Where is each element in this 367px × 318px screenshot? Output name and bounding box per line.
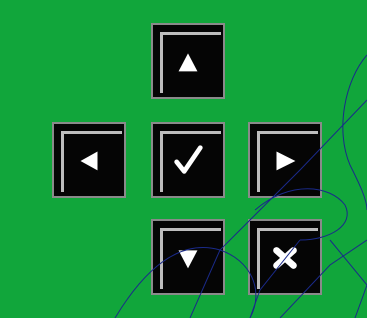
checkmark-icon <box>174 145 203 174</box>
triangle-left-icon <box>80 151 98 171</box>
up-button[interactable] <box>151 23 225 99</box>
right-button[interactable] <box>248 122 322 198</box>
down-button[interactable] <box>151 219 225 295</box>
button-bevel <box>257 228 318 289</box>
triangle-up-icon <box>178 53 198 72</box>
button-bevel <box>160 228 221 289</box>
cancel-button[interactable] <box>248 219 322 295</box>
cross-icon <box>273 247 297 269</box>
button-bevel <box>61 131 122 192</box>
triangle-right-icon <box>276 151 296 171</box>
triangle-down-icon <box>178 250 198 269</box>
button-bevel <box>257 131 318 192</box>
left-button[interactable] <box>52 122 126 198</box>
ok-button[interactable] <box>151 122 225 198</box>
button-bevel <box>160 131 221 192</box>
directional-keypad <box>0 0 367 318</box>
button-bevel <box>160 32 221 93</box>
